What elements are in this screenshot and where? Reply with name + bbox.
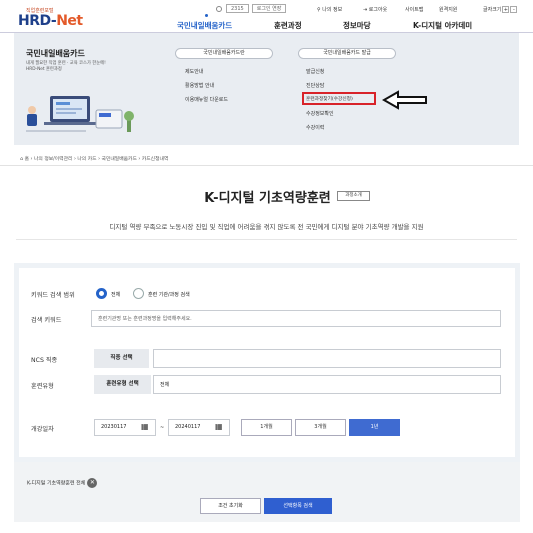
breadcrumb: ⌂ 홈 › 나의 정보/이력관리 › 나의 카드 › 국민내일배움카드 › 카드…	[20, 157, 169, 162]
breadcrumb-myinfo[interactable]: 나의 정보/이력관리	[34, 157, 72, 162]
type-select-button[interactable]: 훈련유형 선택	[94, 375, 151, 394]
gnb-item-academy[interactable]: K-디지털 아카데미	[413, 20, 472, 31]
filter-chip-label: K-디지털 기초역량훈련 전체	[27, 480, 86, 487]
breadcrumb-history[interactable]: 카드신청내역	[142, 157, 168, 162]
gnb-item-course[interactable]: 훈련과정	[274, 20, 302, 31]
logout-link[interactable]: ⇥ 로그아웃	[363, 6, 387, 13]
course-intro-button[interactable]: 과정소개	[337, 191, 370, 201]
logo-text-hrd: HRD-	[18, 13, 57, 29]
my-info-label: 나의 정보	[322, 7, 343, 13]
keyword-label: 검색 키워드	[31, 317, 62, 324]
login-extend-button[interactable]: 로그인 연장	[251, 4, 287, 13]
logout-label: 로그아웃	[368, 7, 388, 13]
card-issue-header[interactable]: 국민내일배움카드 발급	[298, 48, 396, 59]
font-decrease-button[interactable]: -	[510, 6, 518, 13]
period-1month-button[interactable]: 1개월	[241, 419, 292, 436]
logo-text-net: Net	[56, 13, 83, 29]
hero-description: 내게 필요한 직업 훈련 · 교육 코스가 한눈에! HRD-Net 훈련과정	[26, 61, 106, 72]
scope-institution-radio[interactable]	[133, 288, 144, 299]
period-3month-button[interactable]: 3개월	[295, 419, 346, 436]
page-description: 디지털 역량 부족으로 노동시장 진입 및 직업에 어려움을 겪지 않도록 전 …	[109, 223, 424, 231]
sitemap-link[interactable]: 사이트맵	[405, 6, 423, 13]
active-menu-dot	[205, 14, 208, 17]
period-1year-button[interactable]: 1년	[349, 419, 400, 436]
font-size-control: 글자크기 + -	[482, 6, 518, 14]
clock-icon	[216, 5, 222, 12]
card-illustration	[26, 96, 134, 132]
card-intro-header[interactable]: 국민내일배움카드란	[175, 48, 273, 59]
type-field[interactable]: 전체	[153, 375, 501, 394]
session-timer: 2315 로그인 연장	[216, 4, 289, 13]
font-increase-button[interactable]: +	[502, 6, 510, 13]
session-time: 2315	[226, 4, 249, 13]
calendar-to-icon[interactable]: ▦	[215, 422, 223, 431]
highlight-box	[302, 92, 376, 105]
menu-system-guide[interactable]: 제도안내	[185, 68, 203, 75]
reset-button[interactable]: 조건 초기화	[200, 498, 261, 514]
remote-support-link[interactable]: 원격지원	[439, 6, 457, 13]
breadcrumb-card[interactable]: 국민내일배움카드	[102, 157, 137, 162]
type-label: 훈련유형	[31, 383, 54, 390]
person-icon: ⚲	[317, 7, 321, 13]
logout-icon: ⇥	[363, 7, 368, 13]
breadcrumb-mycard[interactable]: 나의 카드	[77, 157, 96, 162]
menu-usage-guide[interactable]: 활용방법 안내	[185, 82, 214, 89]
scope-label: 키워드 검색 범위	[31, 292, 75, 299]
home-icon: ⌂	[20, 157, 24, 162]
ncs-select-button[interactable]: 직종 선택	[94, 349, 149, 368]
breadcrumb-divider	[0, 165, 533, 166]
filter-chip: K-디지털 기초역량훈련 전체 ✕	[27, 478, 98, 488]
date-separator: ~	[160, 425, 165, 431]
breadcrumb-home[interactable]: 홈	[25, 157, 29, 162]
hero-title: 국민내일배움카드	[26, 49, 85, 58]
calendar-from-icon[interactable]: ▦	[141, 422, 149, 431]
description-divider	[16, 239, 517, 240]
menu-consult[interactable]: 진단상담	[306, 82, 324, 89]
keyword-input[interactable]: 훈련기관명 또는 훈련과정명을 입력해주세요.	[91, 310, 501, 327]
scope-all-label: 전체	[111, 292, 121, 298]
menu-enroll-history[interactable]: 수강이력	[306, 124, 324, 131]
font-size-label: 글자크기	[483, 7, 502, 13]
menu-manual-download[interactable]: 이용매뉴얼 다운로드	[185, 96, 228, 103]
menu-issue-apply[interactable]: 발급신청	[306, 68, 324, 75]
menu-enroll-check[interactable]: 수강정보확인	[306, 110, 334, 117]
hrd-net-logo[interactable]: HRD-Net	[18, 13, 83, 29]
date-label: 개강일자	[31, 426, 54, 433]
page-title: K-디지털 기초역량훈련	[204, 191, 331, 206]
close-icon[interactable]: ✕	[87, 478, 98, 488]
gnb-item-card[interactable]: 국민내일배움카드	[177, 20, 232, 31]
ncs-label: NCS 직종	[31, 357, 58, 364]
gnb-item-info[interactable]: 정보마당	[343, 20, 371, 31]
scope-all-radio[interactable]	[96, 288, 107, 299]
pointer-arrow-icon	[382, 90, 427, 110]
my-info-link[interactable]: ⚲ 나의 정보	[317, 6, 342, 13]
scope-institution-label: 훈련 기관/과정 검색	[148, 292, 190, 298]
ncs-field[interactable]	[153, 349, 501, 368]
search-button[interactable]: 선택항목 검색	[264, 498, 332, 514]
